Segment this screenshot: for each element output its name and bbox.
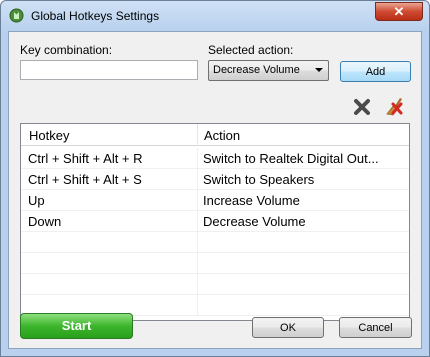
selected-action-label: Selected action:: [208, 43, 294, 57]
client-area: Key combination: Selected action: Decrea…: [8, 31, 422, 349]
column-divider[interactable]: [197, 124, 198, 146]
cell-divider: [197, 253, 198, 274]
action-cell: Decrease Volume: [203, 214, 306, 229]
action-cell: Switch to Realtek Digital Out...: [203, 151, 379, 166]
title-bar[interactable]: Global Hotkeys Settings ✕: [1, 1, 429, 31]
hotkey-cell: Ctrl + Shift + Alt + R: [28, 151, 143, 166]
key-combination-input[interactable]: [20, 60, 198, 80]
add-button[interactable]: Add: [340, 61, 411, 82]
selected-action-value: Decrease Volume: [213, 64, 300, 76]
column-header-hotkey[interactable]: Hotkey: [29, 128, 69, 143]
column-header-action[interactable]: Action: [204, 128, 240, 143]
cell-divider: [197, 295, 198, 316]
hotkey-cell: Up: [28, 193, 45, 208]
action-cell: Increase Volume: [203, 193, 300, 208]
ok-button[interactable]: OK: [252, 317, 324, 338]
table-row[interactable]: Ctrl + Shift + Alt + S Switch to Speaker…: [21, 169, 409, 190]
selected-action-select[interactable]: Decrease Volume: [208, 60, 329, 81]
cancel-button[interactable]: Cancel: [339, 317, 412, 338]
hotkey-cell: Down: [28, 214, 62, 229]
table-row[interactable]: Ctrl + Shift + Alt + R Switch to Realtek…: [21, 148, 409, 169]
delete-icon[interactable]: [352, 97, 372, 117]
cell-divider: [197, 169, 198, 190]
window-title: Global Hotkeys Settings: [31, 9, 160, 23]
empty-row: [21, 274, 409, 295]
hotkeys-table[interactable]: Hotkey Action Ctrl + Shift + Alt + R Swi…: [20, 123, 410, 321]
chevron-down-icon: [315, 68, 323, 72]
cell-divider: [197, 211, 198, 232]
close-button[interactable]: ✕: [375, 2, 423, 21]
close-icon: ✕: [393, 4, 405, 19]
hotkey-cell: Ctrl + Shift + Alt + S: [28, 172, 142, 187]
settings-window: Global Hotkeys Settings ✕ Key combinatio…: [0, 0, 430, 357]
cell-divider: [197, 274, 198, 295]
action-cell: Switch to Speakers: [203, 172, 315, 187]
table-row[interactable]: Up Increase Volume: [21, 190, 409, 211]
app-icon: [9, 8, 24, 23]
cell-divider: [197, 232, 198, 253]
cell-divider: [197, 190, 198, 211]
table-header: Hotkey Action: [21, 124, 409, 146]
table-row[interactable]: Down Decrease Volume: [21, 211, 409, 232]
empty-row: [21, 232, 409, 253]
start-button[interactable]: Start: [20, 313, 133, 339]
key-combination-label: Key combination:: [20, 43, 113, 57]
cell-divider: [197, 148, 198, 169]
empty-row: [21, 253, 409, 274]
clear-all-icon[interactable]: [384, 96, 404, 116]
